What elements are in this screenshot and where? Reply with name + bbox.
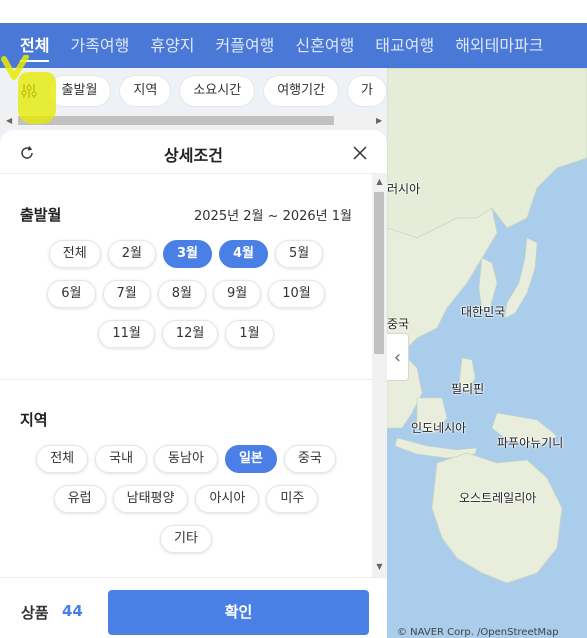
sheet-body: 출발월 2025년 2월 ~ 2026년 1월 전체 2월 3월 4월 5월 6… [0, 174, 372, 577]
checkmark-annotation-icon [1, 55, 29, 80]
month-chip-jul[interactable]: 7월 [102, 280, 151, 308]
month-chip-apr[interactable]: 4월 [218, 240, 268, 268]
region-chip-asia[interactable]: 아시아 [195, 485, 260, 513]
map-label-indonesia: 인도네시아 [411, 421, 467, 435]
map-label-russia: 러시아 [387, 182, 421, 196]
filter-row-scrollbar[interactable]: ◀ ▶ [0, 114, 387, 127]
month-chip-may[interactable]: 5월 [274, 240, 324, 268]
filter-chip-departure-month[interactable]: 출발월 [47, 75, 112, 107]
tab-resort[interactable]: 휴양지 [150, 23, 194, 68]
region-chip-row: 기타 [0, 525, 372, 553]
month-chip-jan[interactable]: 1월 [225, 320, 274, 348]
scroll-right-arrow-icon[interactable]: ▶ [376, 114, 382, 127]
scroll-down-arrow-icon[interactable]: ▼ [372, 562, 387, 571]
horizontal-scroll-thumb[interactable] [18, 116, 334, 125]
top-spacer [0, 0, 587, 23]
filter-chip-travel-period[interactable]: 여행기간 [263, 75, 340, 107]
month-chip-nov[interactable]: 11월 [98, 320, 155, 348]
close-button[interactable] [347, 140, 373, 166]
month-chip-row: 전체 2월 3월 4월 5월 [0, 240, 372, 268]
tab-couple-travel[interactable]: 커플여행 [216, 23, 275, 68]
detail-conditions-sheet: 상세조건 출발월 2025년 2월 ~ 2026년 1월 전체 2월 3월 4월… [0, 130, 387, 638]
month-chip-dec[interactable]: 12월 [161, 320, 219, 348]
sheet-scrollbar[interactable]: ▲ ▼ [372, 174, 387, 577]
panel-collapse-button[interactable]: ‹ [387, 333, 409, 381]
map-label-korea: 대한민국 [461, 305, 506, 319]
map-label-papua-new-guinea: 파푸아뉴기니 [497, 436, 564, 450]
tab-family-travel[interactable]: 가족여행 [70, 23, 129, 68]
sheet-header: 상세조건 [0, 130, 387, 174]
section-divider [0, 379, 372, 380]
map-label-china: 중국 [387, 317, 410, 331]
sheet-footer: 상품 44 확인 [0, 577, 387, 638]
scroll-up-arrow-icon[interactable]: ▲ [372, 177, 387, 186]
month-chip-row: 6월 7월 8월 9월 10월 [0, 280, 372, 308]
close-icon [353, 146, 367, 160]
vertical-scroll-thumb[interactable] [374, 192, 384, 354]
product-count-label: 상품 [21, 604, 49, 622]
region-chip-all[interactable]: 전체 [36, 445, 89, 473]
departure-section-title: 출발월 [20, 206, 62, 224]
region-chip-americas[interactable]: 미주 [266, 485, 319, 513]
region-chip-row: 전체 국내 동남아 일본 중국 [0, 445, 372, 473]
month-chip-sep[interactable]: 9월 [212, 280, 262, 308]
sheet-title: 상세조건 [164, 146, 223, 165]
filter-chip-region[interactable]: 지역 [119, 75, 172, 107]
month-chip-all[interactable]: 전체 [48, 240, 101, 268]
month-chip-oct[interactable]: 10월 [268, 280, 325, 308]
map-attribution: © NAVER Corp. /OpenStreetMap [397, 627, 559, 638]
region-chip-south-pacific[interactable]: 남태평양 [112, 485, 189, 513]
region-chip-southeast-asia[interactable]: 동남아 [154, 445, 218, 473]
category-tab-bar: 전체 가족여행 휴양지 커플여행 신혼여행 태교여행 해외테마파크 [0, 23, 587, 68]
region-chip-europe[interactable]: 유럽 [53, 485, 106, 513]
region-chip-japan[interactable]: 일본 [224, 445, 277, 473]
tab-honeymoon[interactable]: 신혼여행 [295, 23, 354, 68]
month-chip-mar[interactable]: 3월 [162, 240, 212, 268]
map-land-shapes [387, 68, 587, 584]
month-chip-aug[interactable]: 8월 [157, 280, 206, 308]
map-label-philippines: 필리핀 [451, 382, 485, 396]
confirm-button[interactable]: 확인 [108, 590, 369, 635]
filter-chip-more[interactable]: 가 [347, 75, 387, 107]
filter-chip-duration[interactable]: 소요시간 [179, 75, 256, 107]
region-chip-domestic[interactable]: 국내 [95, 445, 148, 473]
filter-chip-row: 출발월 지역 소요시간 여행기간 가 [0, 68, 387, 114]
month-chip-feb[interactable]: 2월 [107, 240, 156, 268]
region-section-title: 지역 [20, 411, 48, 429]
map-label-australia: 오스트레일리아 [459, 491, 537, 505]
tab-babymoon[interactable]: 태교여행 [375, 23, 434, 68]
region-chip-row: 유럽 남태평양 아시아 미주 [0, 485, 372, 513]
scroll-left-arrow-icon[interactable]: ◀ [6, 114, 12, 127]
departure-date-range: 2025년 2월 ~ 2026년 1월 [194, 209, 352, 224]
region-chip-china[interactable]: 중국 [283, 445, 336, 473]
month-chip-row: 11월 12월 1월 [0, 320, 372, 348]
map-view[interactable]: 러시아 대한민국 중국 필리핀 인도네시아 파푸아뉴기니 오스트레일리아 [387, 68, 587, 638]
tab-overseas-theme-park[interactable]: 해외테마파크 [455, 23, 543, 68]
product-count-value: 44 [62, 602, 83, 620]
chevron-left-icon: ‹ [393, 346, 402, 368]
region-chip-other[interactable]: 기타 [160, 525, 212, 553]
month-chip-jun[interactable]: 6월 [47, 280, 96, 308]
